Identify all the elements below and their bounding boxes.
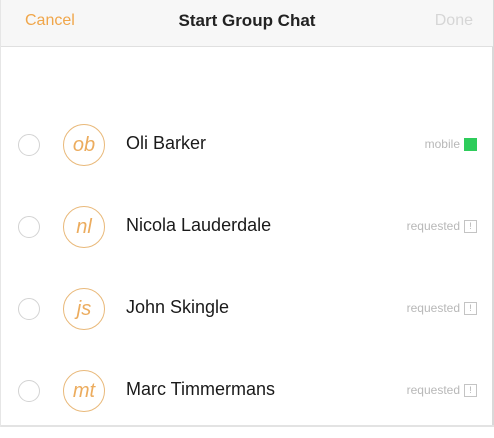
- avatar: js: [63, 288, 105, 330]
- contact-row-john-skingle[interactable]: js John Skingle requested !: [1, 274, 493, 356]
- contact-status: requested: [406, 301, 460, 315]
- screen: Cancel Start Group Chat Done ob Oli Bark…: [0, 0, 494, 427]
- requested-indicator-icon: !: [464, 220, 477, 233]
- select-radio[interactable]: [18, 380, 40, 402]
- contact-name: Nicola Lauderdale: [126, 215, 272, 235]
- contact-status: requested: [406, 219, 460, 233]
- select-radio[interactable]: [18, 134, 40, 156]
- contact-status: requested: [406, 383, 460, 397]
- navigation-bar: Cancel Start Group Chat Done: [1, 0, 493, 47]
- contact-name: John Skingle: [126, 297, 230, 317]
- contact-row-nicola-lauderdale[interactable]: nl Nicola Lauderdale requested !: [1, 192, 493, 274]
- requested-indicator-icon: !: [464, 302, 477, 315]
- avatar: mt: [63, 370, 105, 412]
- contact-status: mobile: [424, 137, 460, 151]
- avatar: nl: [63, 206, 105, 248]
- select-radio[interactable]: [18, 216, 40, 238]
- contact-list: ob Oli Barker mobile nl Nicola Lauderdal…: [1, 110, 493, 438]
- requested-indicator-icon: !: [464, 384, 477, 397]
- page-title: Start Group Chat: [178, 11, 316, 30]
- avatar: ob: [63, 124, 105, 166]
- online-indicator-icon: [464, 138, 477, 151]
- done-button[interactable]: Done: [435, 12, 473, 30]
- contact-name: Oli Barker: [126, 133, 207, 153]
- contact-name: Marc Timmermans: [126, 379, 276, 399]
- select-radio[interactable]: [18, 298, 40, 320]
- contact-row-oli-barker[interactable]: ob Oli Barker mobile: [1, 110, 493, 192]
